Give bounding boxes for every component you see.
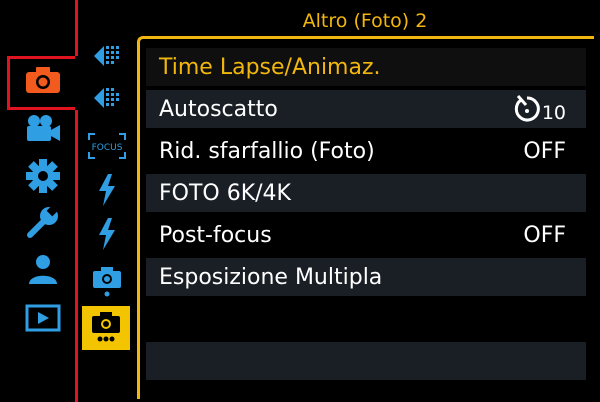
self-timer-icon	[514, 95, 540, 122]
menu-item-label: FOTO 6K/4K	[159, 180, 291, 206]
menu-item-6k-4k-photo[interactable]: FOTO 6K/4K	[146, 174, 586, 212]
flash-icon	[99, 174, 115, 206]
sub-tab-6[interactable]	[85, 262, 129, 302]
category-playback[interactable]	[17, 298, 69, 338]
svg-text:FOCUS: FOCUS	[92, 143, 123, 153]
focus-icon: FOCUS	[88, 133, 126, 159]
menu-item-label: Autoscatto	[159, 96, 278, 122]
sub-tab-3[interactable]: FOCUS	[85, 126, 129, 166]
camera-menu-screen: Altro (Foto) 2 FOCUS Time Lapse/Animaz. …	[0, 0, 600, 402]
menu-item-post-focus[interactable]: Post-focus OFF	[146, 216, 586, 254]
camera-icon	[26, 67, 60, 93]
photo-style-icon	[94, 46, 119, 66]
active-category-gap	[75, 56, 78, 110]
sub-tab-5[interactable]	[85, 214, 129, 254]
menu-item-label: Esposizione Multipla	[159, 264, 383, 290]
photo-other-2-icon	[92, 312, 120, 342]
sub-tab-4[interactable]	[85, 170, 129, 210]
self-timer-value: 10	[513, 94, 566, 124]
category-my-menu[interactable]	[17, 250, 69, 290]
photo-style-2-icon	[94, 88, 119, 108]
category-setup[interactable]	[17, 202, 69, 242]
photo-other-1-icon	[93, 267, 121, 297]
wrench-icon	[27, 204, 59, 238]
menu-item-self-timer[interactable]: Autoscatto 10	[146, 90, 586, 128]
menu-item-label: Time Lapse/Animaz.	[159, 54, 381, 80]
category-photo[interactable]	[17, 60, 69, 100]
sub-tab-7[interactable]	[82, 306, 130, 350]
page-title: Altro (Foto) 2	[302, 10, 428, 32]
menu-item-time-lapse[interactable]: Time Lapse/Animaz.	[146, 48, 586, 86]
sub-tab-1[interactable]	[85, 36, 129, 76]
category-custom[interactable]	[17, 156, 69, 196]
menu-item-flicker-reduction[interactable]: Rid. sfarfallio (Foto) OFF	[146, 132, 586, 170]
sub-tab-2[interactable]	[85, 78, 129, 118]
self-timer-seconds: 10	[541, 102, 566, 124]
video-camera-icon	[27, 115, 60, 141]
flash-2-icon	[99, 218, 115, 250]
menu-item-value: OFF	[523, 138, 566, 164]
menu-item-value: OFF	[523, 222, 566, 248]
category-video[interactable]	[17, 108, 69, 148]
menu-item-label: Rid. sfarfallio (Foto)	[159, 138, 375, 164]
person-icon	[29, 255, 57, 284]
menu-item-multiple-exposure[interactable]: Esposizione Multipla	[146, 258, 586, 296]
menu-item-label: Post-focus	[159, 222, 272, 248]
playback-icon	[25, 304, 61, 332]
gear-icon	[26, 159, 60, 193]
empty-row	[146, 342, 586, 380]
